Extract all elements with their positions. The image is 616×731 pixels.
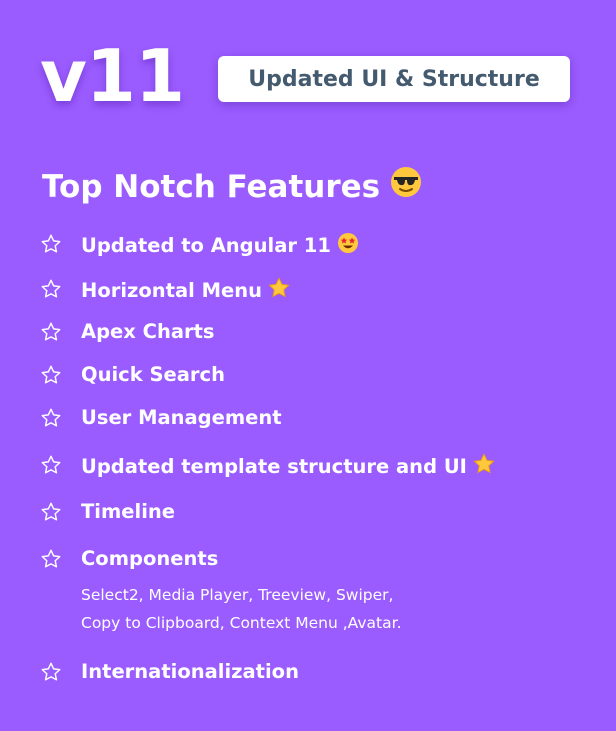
feature-label: Components: [81, 547, 402, 571]
feature-label-text: User Management: [81, 406, 282, 429]
star-outline-icon: [41, 662, 61, 681]
list-item: Quick Search: [40, 363, 580, 387]
feature-label: User Management: [81, 406, 282, 430]
feature-label: Timeline: [81, 500, 175, 524]
feature-detail-line: Copy to Clipboard, Context Menu ,Avatar.: [81, 614, 402, 632]
sunglasses-face-icon: [390, 166, 422, 208]
star-struck-face-icon: [337, 232, 359, 260]
list-item: Updated to Angular 11: [40, 232, 580, 260]
star-outline-icon: [41, 502, 61, 521]
section-title: Top Notch Features: [42, 166, 422, 208]
feature-label-text: Apex Charts: [81, 320, 215, 343]
feature-label-text: Components: [81, 547, 219, 570]
star-outline-icon: [41, 322, 61, 341]
list-item: Timeline: [40, 500, 580, 524]
version-number: v11: [40, 34, 185, 118]
update-badge: Updated UI & Structure: [218, 56, 570, 102]
star-outline-icon: [41, 549, 61, 568]
feature-detail-line: Select2, Media Player, Treeview, Swiper,: [81, 586, 394, 604]
star-icon: [268, 277, 290, 305]
list-item: Components Select2, Media Player, Treevi…: [40, 547, 580, 637]
feature-label-text: Internationalization: [81, 660, 299, 683]
feature-label-text: Updated to Angular 11: [81, 234, 331, 257]
feature-label-text: Horizontal Menu: [81, 279, 262, 302]
star-outline-icon: [41, 408, 61, 427]
feature-label: Internationalization: [81, 660, 299, 684]
star-outline-icon: [41, 279, 61, 298]
list-item: Updated template structure and UI: [40, 453, 580, 481]
star-icon: [473, 453, 495, 481]
star-outline-icon: [41, 365, 61, 384]
star-outline-icon: [41, 455, 61, 474]
list-item: Apex Charts: [40, 320, 580, 344]
feature-label: Updated to Angular 11: [81, 232, 359, 260]
feature-label: Horizontal Menu: [81, 277, 290, 305]
feature-label-text: Timeline: [81, 500, 176, 523]
feature-details: Select2, Media Player, Treeview, Swiper,…: [81, 581, 402, 637]
feature-label-text: Updated template structure and UI: [81, 455, 467, 478]
list-item: Internationalization: [40, 660, 580, 684]
star-outline-icon: [41, 234, 61, 253]
feature-label: Quick Search: [81, 363, 225, 387]
list-item: Horizontal Menu: [40, 277, 580, 305]
list-item: User Management: [40, 406, 580, 430]
feature-label: Apex Charts: [81, 320, 215, 344]
feature-label-text: Quick Search: [81, 363, 225, 386]
feature-label: Updated template structure and UI: [81, 453, 495, 481]
section-title-text: Top Notch Features: [42, 169, 381, 205]
